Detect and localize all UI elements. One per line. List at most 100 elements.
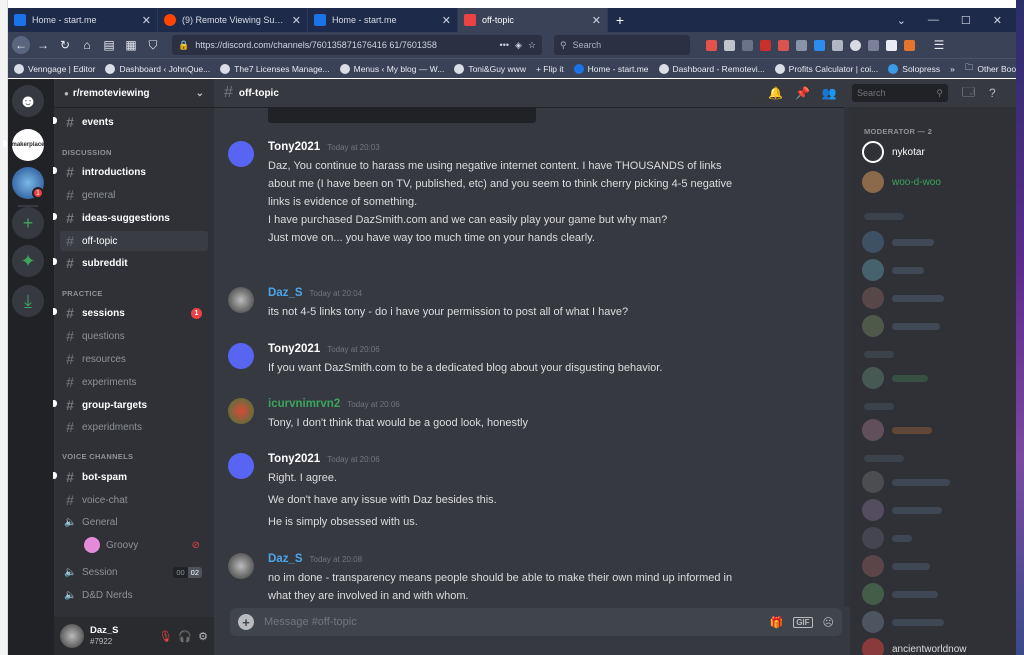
message-author[interactable]: Tony2021 [268,141,320,153]
close-tab-icon[interactable]: ✕ [142,14,151,27]
discord-default-avatar[interactable] [228,453,254,479]
extension-icon[interactable] [778,39,789,51]
discord-default-avatar[interactable] [228,343,254,369]
member-item[interactable] [862,471,950,493]
message-author[interactable]: Daz_S [268,553,303,565]
library-icon[interactable] [724,39,735,51]
voice-channel-session[interactable]: 🔈 Session 00 02 [60,562,208,582]
channel-bot-spam[interactable]: # bot-spam [60,467,208,487]
home-icon[interactable]: ⌂ [78,36,96,54]
member-item[interactable]: woo-d-woo [862,171,941,193]
close-tab-icon[interactable]: ✕ [292,14,301,27]
user-avatar[interactable] [60,624,84,648]
bookmark-item[interactable]: Home - start.me [573,63,649,74]
sidebar-icon[interactable] [742,39,753,51]
gift-icon[interactable]: 🎁 [769,616,783,629]
add-attachment-icon[interactable]: + [238,614,254,630]
user-avatar[interactable] [228,553,254,579]
member-item[interactable] [862,259,924,281]
bookmark-item[interactable]: Dashboard ‹ JohnQue... [105,63,210,74]
shield-icon[interactable]: ⛉ [144,36,162,54]
metamask-icon[interactable] [904,39,915,51]
bookmark-item[interactable]: Menus ‹ My blog — W... [339,63,444,74]
close-window-icon[interactable]: ✕ [993,14,1002,27]
channel-ideas-suggestions[interactable]: # ideas-suggestions [60,208,208,228]
channel-questions[interactable]: # questions [60,326,208,346]
notification-bell-icon[interactable]: 🔔 [768,86,783,100]
help-icon[interactable]: ? [989,86,996,100]
message-author[interactable]: Daz_S [268,287,303,299]
inbox-icon[interactable]: 🗔 [962,83,975,104]
discord-default-avatar[interactable] [228,141,254,167]
category-voice-channels[interactable]: VOICE CHANNELS [62,452,133,461]
channel-group-targets[interactable]: # group-targets [60,395,208,415]
account-icon[interactable] [850,39,861,51]
bookmark-item[interactable]: + Flip it [536,64,564,74]
add-server-icon[interactable]: + [12,207,44,239]
voice-channel-dnd-nerds[interactable]: 🔈 D&D Nerds [60,585,208,605]
voice-member-groovy[interactable]: Groovy ⊘ [60,535,208,555]
member-item[interactable] [862,555,930,577]
pocket-icon[interactable]: ◈ [515,40,522,51]
channel-sessions[interactable]: # sessions 1 [60,303,208,323]
address-bar[interactable]: 🔒 https://discord.com/channels/760135871… [172,35,542,55]
close-tab-icon[interactable]: ✕ [442,14,451,27]
browser-search-box[interactable]: ⚲ Search [554,35,690,55]
member-item[interactable] [862,419,932,441]
bookmark-item[interactable]: Profits Calculator | coi... [774,63,878,74]
pinned-messages-icon[interactable]: 📌 [795,86,810,100]
member-item[interactable] [862,499,942,521]
gif-icon[interactable]: GIF [793,616,813,628]
mute-microphone-icon[interactable]: 🎙 [158,630,172,643]
bookmark-item[interactable]: Toni&Guy www [454,63,526,74]
member-item[interactable] [862,287,944,309]
headphones-icon[interactable]: 🎧 [178,630,192,643]
extension-icon[interactable] [868,39,879,51]
member-item[interactable] [862,583,938,605]
user-avatar[interactable] [228,287,254,313]
channel-off-topic[interactable]: # off-topic [60,231,208,251]
message-author[interactable]: Tony2021 [268,343,320,355]
code-screenshot-attachment[interactable] [268,107,536,123]
more-actions-icon[interactable]: ••• [500,40,509,50]
message-composer[interactable]: + Message #off-topic 🎁 GIF ☹ [230,608,842,636]
extension-icon[interactable] [706,39,717,51]
server-header[interactable]: ● r/remoteviewing ⌄ [54,79,214,107]
chevron-down-icon[interactable]: ⌄ [897,14,906,27]
explore-servers-icon[interactable]: ✦ [12,245,44,277]
bookmark-item[interactable]: Venngage | Editor [14,63,95,74]
channel-search-input[interactable]: Search ⚲ [852,84,948,102]
member-item[interactable]: nykotar [862,141,925,163]
extension-icon[interactable] [796,39,807,51]
browser-tab-active[interactable]: off-topic ✕ [458,8,608,32]
user-avatar[interactable] [228,398,254,424]
extension-icon[interactable] [814,39,825,51]
channel-resources[interactable]: # resources [60,349,208,369]
channel-general[interactable]: # general [60,185,208,205]
back-icon[interactable]: ← [12,36,30,54]
browser-tab-2[interactable]: (9) Remote Viewing Subreddit ✕ [158,8,308,32]
reload-icon[interactable]: ↻ [56,36,74,54]
member-item[interactable] [862,527,912,549]
extension-icon[interactable] [832,39,843,51]
adblock-icon[interactable] [760,39,771,51]
emoji-icon[interactable]: ☹ [823,616,834,629]
message-author[interactable]: icurvnimrvn2 [268,398,340,410]
member-item[interactable] [862,231,934,253]
extension-icon[interactable]: ▤ [100,36,118,54]
category-discussion[interactable]: DISCUSSION [62,148,112,157]
member-item[interactable] [862,367,928,389]
bookmark-item[interactable]: The7 Licenses Manage... [220,63,330,74]
other-bookmarks[interactable]: 🗀Other Bookmarks [965,62,1016,76]
browser-tab-1[interactable]: Home - start.me ✕ [8,8,158,32]
extension-icon[interactable] [886,39,897,51]
forward-icon[interactable]: → [34,36,52,54]
member-item[interactable] [862,315,940,337]
apps-grid-icon[interactable]: ▦ [122,36,140,54]
member-item[interactable] [862,611,944,633]
member-item[interactable]: ancientworldnow [862,638,967,655]
close-tab-icon[interactable]: ✕ [592,14,601,27]
category-practice[interactable]: PRACTICE [62,289,103,298]
settings-gear-icon[interactable]: ⚙ [198,630,208,643]
channel-subreddit[interactable]: # subreddit [60,253,208,273]
